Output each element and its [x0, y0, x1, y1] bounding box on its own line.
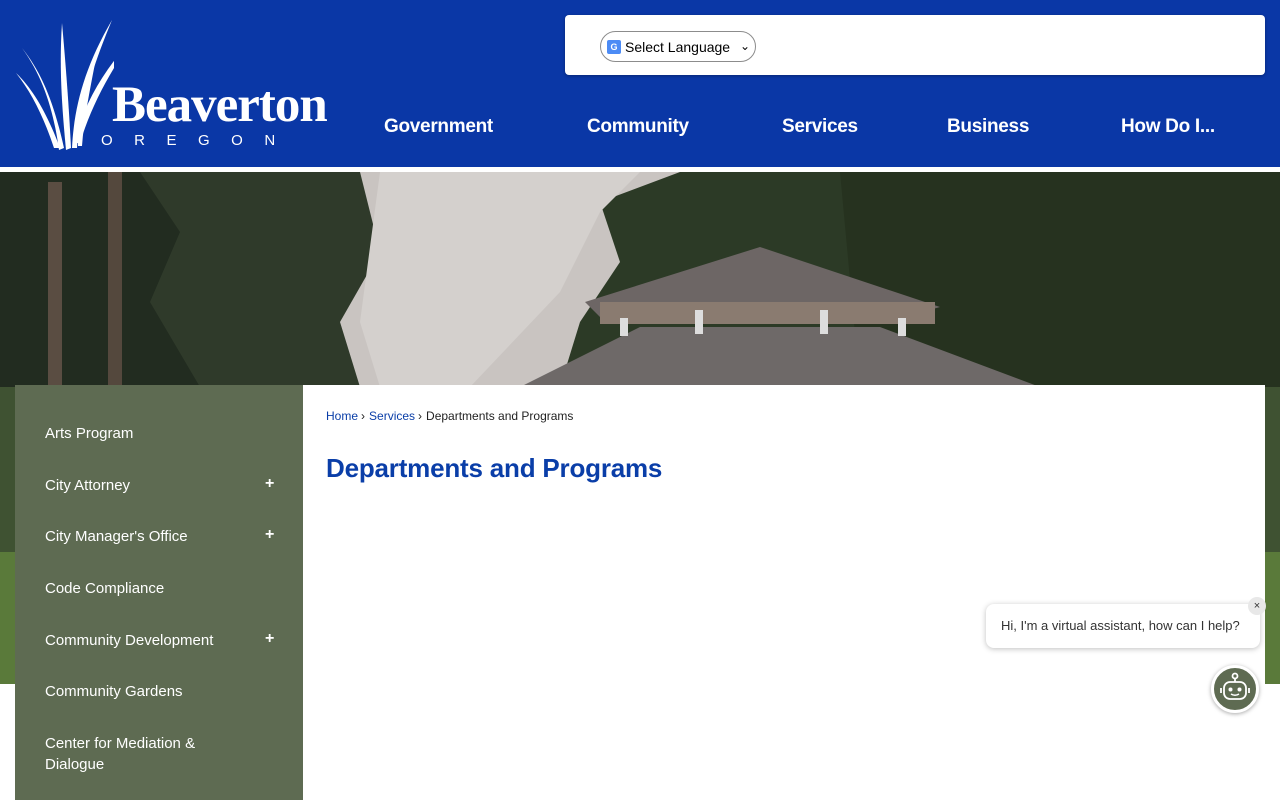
sidebar-item-code-compliance[interactable]: Code Compliance: [15, 578, 303, 599]
language-select-value: Select Language: [625, 38, 731, 55]
breadcrumb-current: Departments and Programs: [426, 409, 574, 423]
sidebar-nav: Arts Program City Attorney + City Manage…: [15, 385, 303, 800]
sidebar-item-label: City Manager's Office: [45, 528, 188, 545]
nav-services[interactable]: Services: [782, 112, 858, 142]
sidebar-item-city-managers-office[interactable]: City Manager's Office +: [15, 526, 303, 547]
nav-business[interactable]: Business: [947, 112, 1029, 142]
sidebar-item-city-attorney[interactable]: City Attorney +: [15, 475, 303, 496]
chat-greeting-bubble[interactable]: Hi, I'm a virtual assistant, how can I h…: [986, 604, 1260, 648]
sidebar-item-label: Community Development: [45, 632, 214, 649]
sidebar-item-label: Code Compliance: [45, 580, 165, 597]
breadcrumb: Home › Services › Departments and Programs: [326, 409, 573, 423]
language-box: G Select Language ⌄: [565, 15, 1265, 75]
nav-government[interactable]: Government: [384, 112, 493, 142]
page-title: Departments and Programs: [326, 453, 663, 483]
sidebar-item-community-development[interactable]: Community Development +: [15, 630, 303, 651]
sidebar-item-arts-program[interactable]: Arts Program: [15, 423, 303, 444]
nav-how-do-i[interactable]: How Do I...: [1121, 112, 1215, 142]
sidebar-item-community-gardens[interactable]: Community Gardens: [15, 681, 303, 702]
breadcrumb-separator: ›: [418, 409, 423, 423]
breadcrumb-services[interactable]: Services: [369, 409, 415, 423]
site-header: Beaverton OREGON G Select Language ⌄ Gov…: [0, 0, 1280, 167]
chevron-down-icon: ⌄: [739, 39, 750, 53]
close-icon[interactable]: ×: [1248, 597, 1266, 615]
sidebar-item-label: City Attorney: [45, 477, 131, 494]
sidebar-item-center-for-mediation[interactable]: Center for Mediation & Dialogue: [15, 733, 303, 775]
expand-plus-icon[interactable]: +: [265, 526, 274, 544]
expand-plus-icon[interactable]: +: [265, 475, 274, 493]
nav-community[interactable]: Community: [587, 112, 689, 142]
language-select[interactable]: G Select Language ⌄: [600, 31, 756, 62]
sidebar-item-label: Arts Program: [45, 425, 134, 442]
main-nav: Government Community Services Business H…: [0, 112, 1280, 142]
breadcrumb-home[interactable]: Home: [326, 409, 358, 423]
chatbot-launcher-button[interactable]: [1211, 665, 1259, 713]
breadcrumb-separator: ›: [361, 409, 366, 423]
robot-icon: [1220, 672, 1250, 700]
expand-plus-icon[interactable]: +: [265, 630, 274, 648]
main-content: Home › Services › Departments and Programs D…: [303, 385, 1265, 800]
google-translate-icon: G: [607, 39, 621, 54]
sidebar-item-label: Community Gardens: [45, 683, 183, 700]
sidebar-item-label: Center for Mediation & Dialogue: [45, 735, 196, 773]
